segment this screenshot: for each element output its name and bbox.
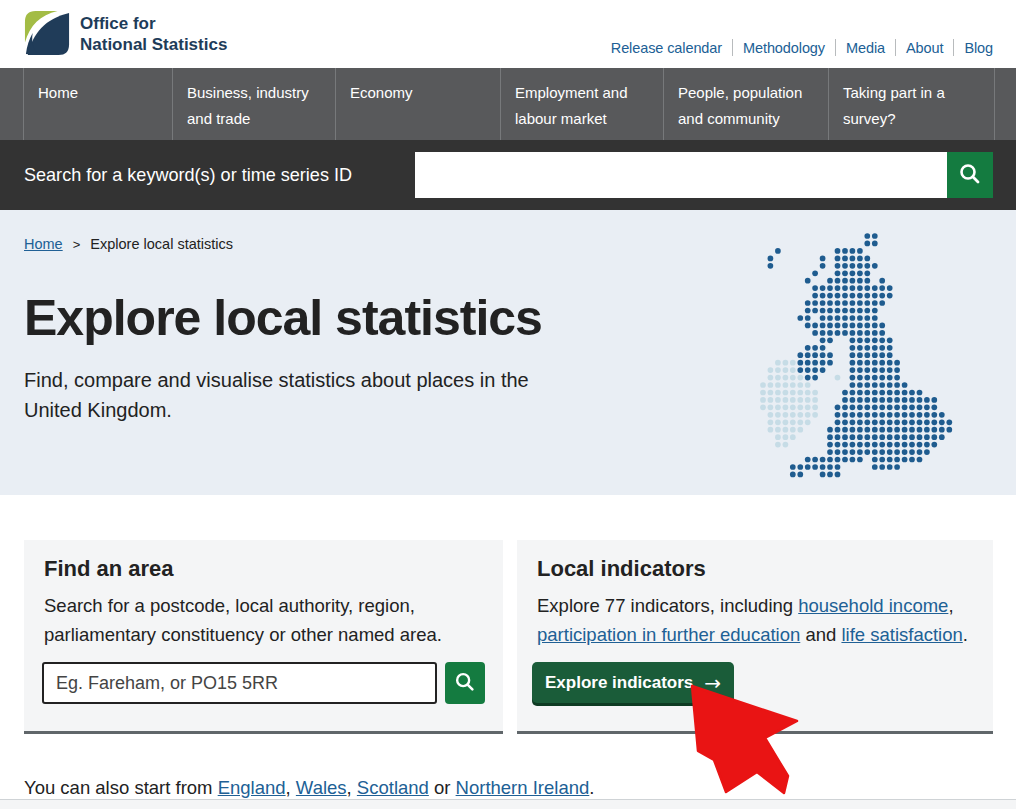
link-wales[interactable]: Wales [296,777,347,798]
text: Explore 77 indicators, including [537,595,798,616]
nav-people[interactable]: People, population and community [663,68,828,140]
local-indicators-text: Explore 77 indicators, including househo… [537,591,973,649]
breadcrumb: Home > Explore local statistics [24,236,233,252]
divider [895,39,896,56]
cards-row: Find an area Search for a postcode, loca… [24,540,1016,734]
link-release-calendar[interactable]: Release calendar [611,40,722,56]
also-start-note: You can also start from England, Wales, … [24,777,1016,799]
nav-business[interactable]: Business, industry and trade [172,68,335,140]
text: , [347,777,357,798]
ons-logo[interactable]: Office for National Statistics [24,10,227,56]
find-area-card: Find an area Search for a postcode, loca… [24,540,503,734]
button-label: Explore indicators [545,673,693,693]
area-search-button[interactable] [445,662,485,704]
link-household-income[interactable]: household income [798,595,948,616]
text: and [800,624,841,645]
page-title: Explore local statistics [24,289,542,347]
breadcrumb-home[interactable]: Home [24,236,63,252]
ons-logo-icon [24,10,70,56]
text: or [429,777,456,798]
divider [732,39,733,56]
nav-economy[interactable]: Economy [335,68,500,140]
footer-strip [0,799,1016,809]
divider [953,39,954,56]
find-area-description: Search for a postcode, local authority, … [44,591,483,649]
text: , [948,595,953,616]
site-search-button[interactable] [947,152,993,198]
text: . [963,624,968,645]
nav-survey[interactable]: Taking part in a survey? [828,68,995,140]
site-search-input[interactable] [415,152,947,198]
area-search-input[interactable] [42,662,437,704]
ons-logo-text: Office for National Statistics [80,10,227,56]
link-life-satisfaction[interactable]: life satisfaction [841,624,962,645]
link-england[interactable]: England [218,777,286,798]
link-blog[interactable]: Blog [964,40,993,56]
breadcrumb-chevron-icon: > [73,237,81,252]
main-content: Find an area Search for a postcode, loca… [0,540,1016,799]
divider [835,39,836,56]
local-indicators-title: Local indicators [537,556,973,582]
search-label: Search for a keyword(s) or time series I… [24,164,352,186]
utility-nav: Release calendar Methodology Media About… [611,39,993,56]
text: , [286,777,296,798]
explore-indicators-button[interactable]: Explore indicators → [532,662,734,703]
page-subtitle: Find, compare and visualise statistics a… [24,365,584,425]
right-arrow-icon: → [704,673,721,693]
text: You can also start from [24,777,218,798]
link-scotland[interactable]: Scotland [357,777,429,798]
hero: Home > Explore local statistics Explore … [0,210,1016,495]
nav-home[interactable]: Home [23,68,172,140]
site-header: Office for National Statistics Release c… [0,0,1016,68]
link-about[interactable]: About [906,40,943,56]
link-methodology[interactable]: Methodology [743,40,825,56]
nav-employment[interactable]: Employment and labour market [500,68,663,140]
uk-dot-map [756,230,1002,482]
breadcrumb-current: Explore local statistics [90,236,233,252]
link-media[interactable]: Media [846,40,885,56]
primary-nav: Home Business, industry and trade Econom… [0,68,1016,140]
site-search: Search for a keyword(s) or time series I… [0,140,1016,210]
find-area-form [42,662,485,704]
link-participation-education[interactable]: participation in further education [537,624,800,645]
local-indicators-card: Local indicators Explore 77 indicators, … [517,540,993,734]
link-northern-ireland[interactable]: Northern Ireland [456,777,590,798]
search-icon [957,161,983,187]
search-icon [453,670,477,694]
find-area-title: Find an area [44,556,483,582]
page: Office for National Statistics Release c… [0,0,1016,809]
text: . [589,777,594,798]
